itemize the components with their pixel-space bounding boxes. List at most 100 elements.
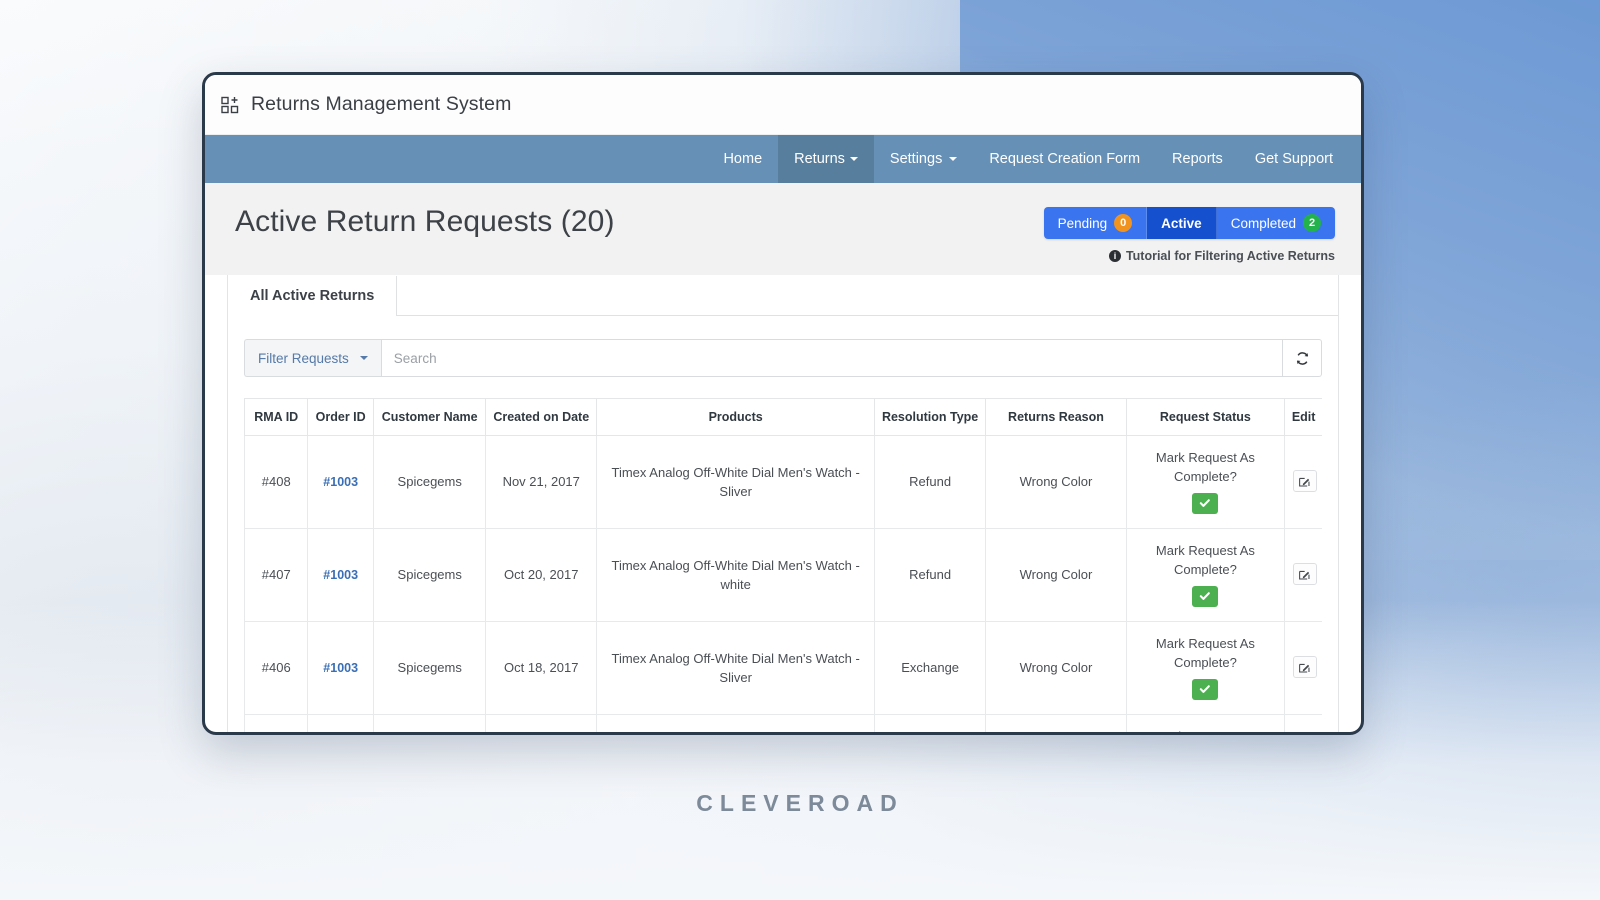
cell-edit <box>1283 714 1322 732</box>
tab-strip: All Active Returns <box>228 275 1338 316</box>
cell-resolution-type: Exchange <box>874 621 986 716</box>
table-row: #408 #1003 Spicegems Nov 21, 2017 Timex Anal… <box>244 434 1322 530</box>
cell-customer-name: Spicegems <box>372 621 487 716</box>
nav-item-returns[interactable]: Returns <box>778 135 874 183</box>
cell-customer-name: Spicegems <box>372 714 487 732</box>
edit-button[interactable] <box>1292 656 1317 679</box>
table-head: RMA ID Order ID Customer Name Created on… <box>244 398 1322 436</box>
cell-request-status: Mark Request AsComplete? <box>1126 434 1285 530</box>
status-filter-label: Pending <box>1057 215 1108 231</box>
filter-requests-dropdown[interactable]: Filter Requests <box>244 339 381 377</box>
cell-rma-id: #408 <box>244 434 309 530</box>
check-icon <box>1200 685 1211 694</box>
status-filter-active[interactable]: Active <box>1147 207 1217 239</box>
column-header-edit: Edit <box>1283 398 1322 436</box>
column-header-created-on-date[interactable]: Created on Date <box>485 398 597 436</box>
cell-order-id[interactable]: #1003 <box>307 621 374 716</box>
column-header-order-id[interactable]: Order ID <box>307 398 374 436</box>
status-filter-group: Pending 0 Active Completed 2 <box>1043 207 1335 239</box>
nav-item-home[interactable]: Home <box>707 135 778 183</box>
cell-created-on-date: Nov 21, 2017 <box>485 434 597 530</box>
returns-table-container: RMA ID Order ID Customer Name Created on… <box>244 398 1322 732</box>
cell-created-on-date: Oct 20, 2017 <box>485 528 597 623</box>
search-input[interactable] <box>380 339 1282 377</box>
cell-rma-id: #406 <box>244 621 309 716</box>
column-header-customer-name[interactable]: Customer Name <box>372 398 487 436</box>
mark-complete-prompt-line2: Complete? <box>1173 468 1237 484</box>
cell-products: Timex Analog Off-White Dial Men's Watch … <box>595 621 876 716</box>
cell-resolution-type: Exchange <box>874 714 986 732</box>
edit-button[interactable] <box>1292 470 1317 493</box>
mark-complete-check-button[interactable] <box>1192 492 1219 514</box>
cell-request-status: Mark Request AsComplete? <box>1126 528 1285 623</box>
edit-pencil-icon <box>1299 477 1310 487</box>
tutorial-link-label: Tutorial for Filtering Active Returns <box>1125 249 1335 263</box>
mark-complete-check-button[interactable] <box>1192 678 1219 700</box>
refresh-icon <box>1296 351 1308 365</box>
cell-products: Timex Analog Off-White Dial Men's Watch … <box>595 714 876 732</box>
cell-rma-id: #407 <box>244 528 309 623</box>
returns-panel: All Active Returns Filter Requests Searc… <box>227 275 1339 732</box>
cell-products: Timex Analog Off-White Dial Men's Watch … <box>595 528 876 623</box>
cell-customer-name: Spicegems <box>372 528 487 623</box>
cell-request-status: Mark Request AsComplete? <box>1126 714 1285 732</box>
brand-bar: Returns Management System <box>205 75 1361 135</box>
cleveroad-watermark: CLEVEROAD <box>696 790 904 816</box>
column-header-rma-id[interactable]: RMA ID <box>244 398 309 436</box>
cell-order-id[interactable]: #1003 <box>307 434 374 530</box>
status-filter-label: Completed <box>1230 215 1296 231</box>
completed-count-badge: 2 <box>1303 214 1321 232</box>
table-row: #406 #1003 Spicegems Oct 18, 2017 Timex Anal… <box>244 621 1322 716</box>
page-header: Active Return Requests (20) Pending 0 Ac… <box>205 183 1361 275</box>
table-body: #408 #1003 Spicegems Nov 21, 2017 Timex Anal… <box>244 434 1322 732</box>
cell-edit <box>1283 528 1322 623</box>
cell-request-status: Mark Request As Complete? <box>1126 621 1285 716</box>
nav-label: Reports <box>1172 151 1223 167</box>
cell-edit <box>1283 434 1322 530</box>
nav-label: Settings <box>889 151 943 167</box>
status-filter-label: Active <box>1161 215 1202 231</box>
status-filter-pending[interactable]: Pending 0 <box>1043 207 1148 239</box>
nav-item-reports[interactable]: Reports <box>1156 135 1239 183</box>
column-header-products[interactable]: Products <box>595 398 876 436</box>
chevron-down-icon <box>359 356 368 360</box>
cell-returns-reason: Wrong Color <box>984 434 1128 530</box>
edit-pencil-icon <box>1299 663 1310 673</box>
cell-created-on-date: Oct 18, 2017 <box>485 621 597 716</box>
cell-returns-reason: Wrong Color <box>984 528 1128 623</box>
returns-table: RMA ID Order ID Customer Name Created on… <box>244 398 1322 732</box>
chevron-down-icon <box>849 157 858 161</box>
cell-rma-id: #405 <box>244 714 309 732</box>
app-window: Returns Management System Home Returns S… <box>202 72 1364 735</box>
tutorial-link[interactable]: i Tutorial for Filtering Active Returns <box>1108 249 1335 263</box>
tab-all-active-returns[interactable]: All Active Returns <box>228 276 398 316</box>
cell-customer-name: Spicegems <box>372 434 487 530</box>
cell-products: Timex Analog Off-White Dial Men's Watch … <box>595 434 876 530</box>
edit-button[interactable] <box>1292 563 1317 586</box>
column-header-resolution-type[interactable]: Resolution Type <box>874 398 986 436</box>
info-circle-icon: i <box>1108 250 1121 262</box>
nav-label: Home <box>723 151 763 167</box>
column-header-returns-reason[interactable]: Returns Reason <box>984 398 1128 436</box>
mark-complete-prompt-line2: Complete? <box>1173 654 1237 670</box>
cell-returns-reason: Wrong Color <box>984 714 1128 732</box>
mark-complete-check-button[interactable] <box>1192 585 1219 607</box>
cell-order-id[interactable]: #1003 <box>307 714 374 732</box>
status-filter-completed[interactable]: Completed 2 <box>1216 207 1335 239</box>
chevron-down-icon <box>949 157 958 161</box>
nav-item-get-support[interactable]: Get Support <box>1239 135 1349 183</box>
nav-item-request-creation-form[interactable]: Request Creation Form <box>973 135 1156 183</box>
tab-label: All Active Returns <box>250 288 375 304</box>
cell-order-id[interactable]: #1003 <box>307 528 374 623</box>
nav-item-settings[interactable]: Settings <box>874 135 973 183</box>
table-row: #405#1003SpicegemsOct 18, 2017Timex Anal… <box>244 714 1322 732</box>
cell-created-on-date: Oct 18, 2017 <box>485 714 597 732</box>
brand-title: Returns Management System <box>251 93 512 115</box>
cell-edit <box>1283 621 1322 716</box>
refresh-button[interactable] <box>1282 339 1322 377</box>
edit-pencil-icon <box>1299 570 1310 580</box>
grid-plus-icon <box>221 96 239 113</box>
mark-complete-prompt: Mark Request As <box>1155 636 1255 652</box>
cell-resolution-type: Refund <box>874 528 986 623</box>
column-header-request-status[interactable]: Request Status <box>1126 398 1285 436</box>
